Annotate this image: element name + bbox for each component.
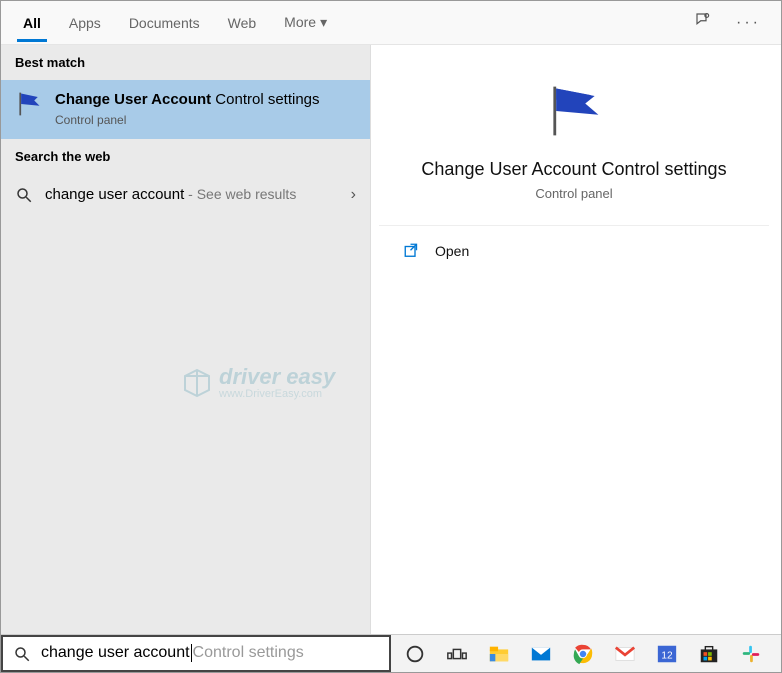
taskview-icon[interactable] [437, 636, 477, 672]
result-subtitle: Control panel [55, 113, 356, 127]
open-icon [403, 242, 421, 260]
tab-web[interactable]: Web [214, 5, 271, 41]
calendar-icon[interactable]: 12 [647, 636, 687, 672]
search-input[interactable]: change user accountControl settings [1, 635, 391, 672]
more-options-icon[interactable]: ··· [724, 6, 773, 40]
cortana-icon[interactable] [395, 636, 435, 672]
flag-icon [15, 90, 43, 118]
search-icon [13, 645, 31, 663]
store-icon[interactable] [689, 636, 729, 672]
search-value: change user account [41, 645, 190, 662]
open-action[interactable]: Open [379, 226, 769, 276]
result-title: Change User Account Control settings [55, 90, 356, 110]
detail-subtitle: Control panel [535, 186, 612, 201]
search-web-header: Search the web [1, 139, 370, 174]
mail-icon[interactable] [521, 636, 561, 672]
best-match-header: Best match [1, 45, 370, 80]
web-result-text: change user account - See web results [45, 186, 339, 203]
tab-apps[interactable]: Apps [55, 5, 115, 41]
file-explorer-icon[interactable] [479, 636, 519, 672]
search-filter-tabs: All Apps Documents Web More▾ ··· [1, 1, 781, 45]
web-result-item[interactable]: change user account - See web results › [1, 174, 370, 216]
tab-more[interactable]: More▾ [270, 4, 341, 41]
result-change-uac[interactable]: Change User Account Control settings Con… [1, 80, 370, 139]
results-pane: Best match Change User Account Control s… [1, 45, 371, 636]
svg-text:12: 12 [661, 650, 673, 661]
tab-all[interactable]: All [9, 5, 55, 41]
gmail-icon[interactable] [605, 636, 645, 672]
open-label: Open [435, 243, 469, 259]
chevron-down-icon: ▾ [320, 14, 327, 31]
flag-icon-large [544, 81, 604, 141]
detail-title: Change User Account Control settings [421, 159, 726, 180]
tab-documents[interactable]: Documents [115, 5, 214, 41]
slack-icon[interactable] [731, 636, 771, 672]
text-caret [191, 644, 192, 662]
search-completion: Control settings [193, 645, 304, 662]
detail-pane: Change User Account Control settings Con… [371, 45, 781, 636]
chevron-right-icon: › [351, 186, 356, 204]
taskbar: change user accountControl settings 12 [1, 634, 781, 672]
chrome-icon[interactable] [563, 636, 603, 672]
feedback-icon[interactable] [682, 3, 724, 42]
search-icon [15, 186, 33, 204]
